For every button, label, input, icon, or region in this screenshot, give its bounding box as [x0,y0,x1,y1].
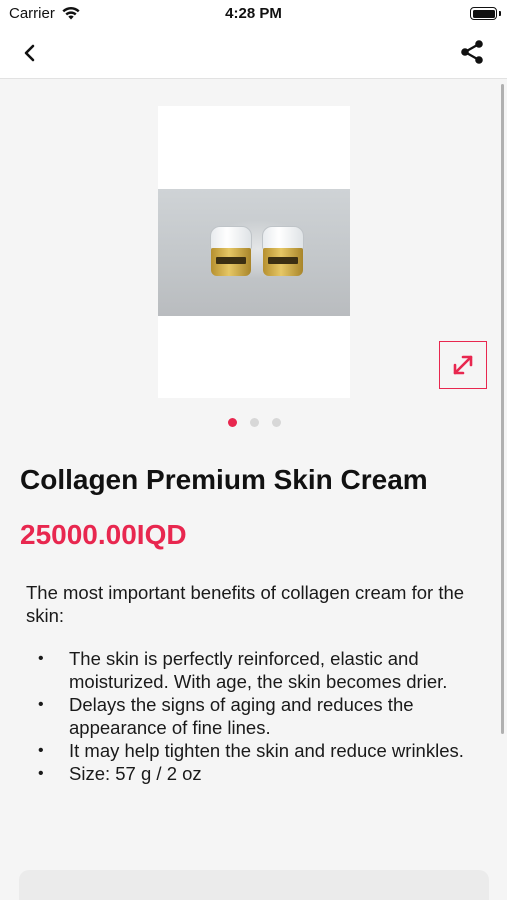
battery-icon [470,7,497,20]
page-dot[interactable] [272,418,281,427]
product-photo [158,189,350,316]
benefit-item: Delays the signs of aging and reduces th… [26,693,476,739]
page-dot[interactable] [250,418,259,427]
cream-jar-image [210,226,252,278]
product-detail-content: Collagen Premium Skin Cream 25000.00IQD … [0,80,507,900]
benefit-item: It may help tighten the skin and reduce … [26,739,476,762]
battery-cap [499,11,501,16]
back-button[interactable] [16,39,44,67]
product-title: Collagen Premium Skin Cream [20,464,428,495]
share-icon [461,40,483,64]
share-button[interactable] [457,37,487,67]
zoom-image-button[interactable] [439,341,487,389]
cream-jar-image [262,226,304,278]
benefit-item: The skin is perfectly reinforced, elasti… [26,647,476,693]
product-image-carousel[interactable] [158,106,350,398]
status-bar: Carrier 4:28 PM [0,0,507,28]
benefit-item: Size: 57 g / 2 oz [26,762,476,785]
bottom-section-card [19,870,489,900]
product-description: The most important benefits of collagen … [26,582,465,626]
navigation-bar [0,28,507,79]
chevron-left-icon [24,44,35,62]
product-price: 25000.00IQD [20,519,187,550]
carousel-page-indicator[interactable] [0,418,507,430]
expand-arrows-icon [453,355,473,375]
scrollbar[interactable] [501,84,504,734]
page-dot-active[interactable] [228,418,237,427]
benefits-list: The skin is perfectly reinforced, elasti… [26,647,476,785]
status-time: 4:28 PM [225,5,282,22]
